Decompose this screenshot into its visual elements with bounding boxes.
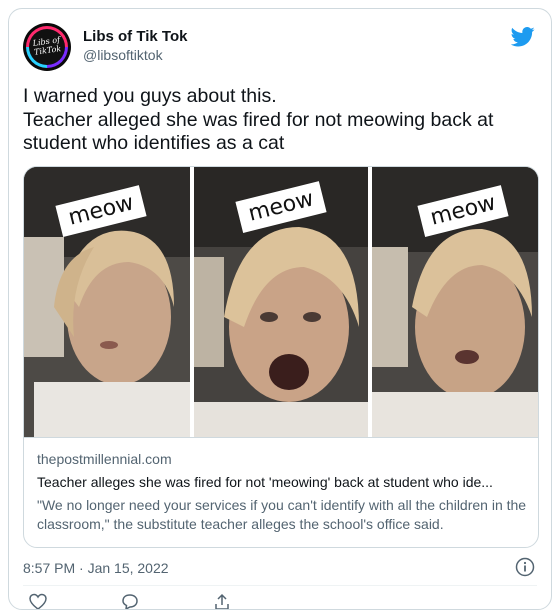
heart-icon[interactable] [29, 593, 47, 610]
timestamp[interactable]: 8:57 PM · Jan 15, 2022 [23, 559, 169, 577]
display-name[interactable]: Libs of Tik Tok [83, 27, 187, 46]
tweet-header: Libs of TikTok Libs of Tik Tok @libsofti… [23, 23, 537, 73]
thumbnail-strip: meow meow meow [24, 167, 538, 437]
link-headline[interactable]: Teacher alleges she was fired for not 'm… [37, 473, 527, 491]
thumbnail-1: meow [24, 167, 190, 437]
reply-icon[interactable] [121, 593, 139, 610]
link-domain[interactable]: thepostmillennial.com [37, 450, 172, 468]
tweet-text: I warned you guys about this. Teacher al… [23, 85, 494, 154]
link-meta[interactable]: thepostmillennial.com Teacher alleges sh… [24, 437, 538, 547]
author-names: Libs of Tik Tok @libsoftiktok [83, 27, 187, 64]
link-preview-card[interactable]: meow meow meow thepostmillennial.com Tea… [23, 166, 539, 548]
twitter-bird-icon[interactable] [511, 27, 535, 47]
avatar[interactable]: Libs of TikTok [23, 23, 71, 71]
thumbnail-3: meow [372, 167, 538, 437]
info-icon[interactable] [515, 557, 535, 577]
footer-divider [23, 585, 537, 586]
tweet-card[interactable]: Libs of TikTok Libs of Tik Tok @libsofti… [8, 8, 552, 610]
handle[interactable]: @libsoftiktok [83, 46, 187, 64]
share-icon[interactable] [213, 593, 231, 610]
tweet-footer: 8:57 PM · Jan 15, 2022 [23, 557, 537, 581]
link-description: "We no longer need your services if you … [37, 497, 527, 532]
thumbnail-2: meow [194, 167, 368, 437]
action-bar [23, 593, 537, 610]
